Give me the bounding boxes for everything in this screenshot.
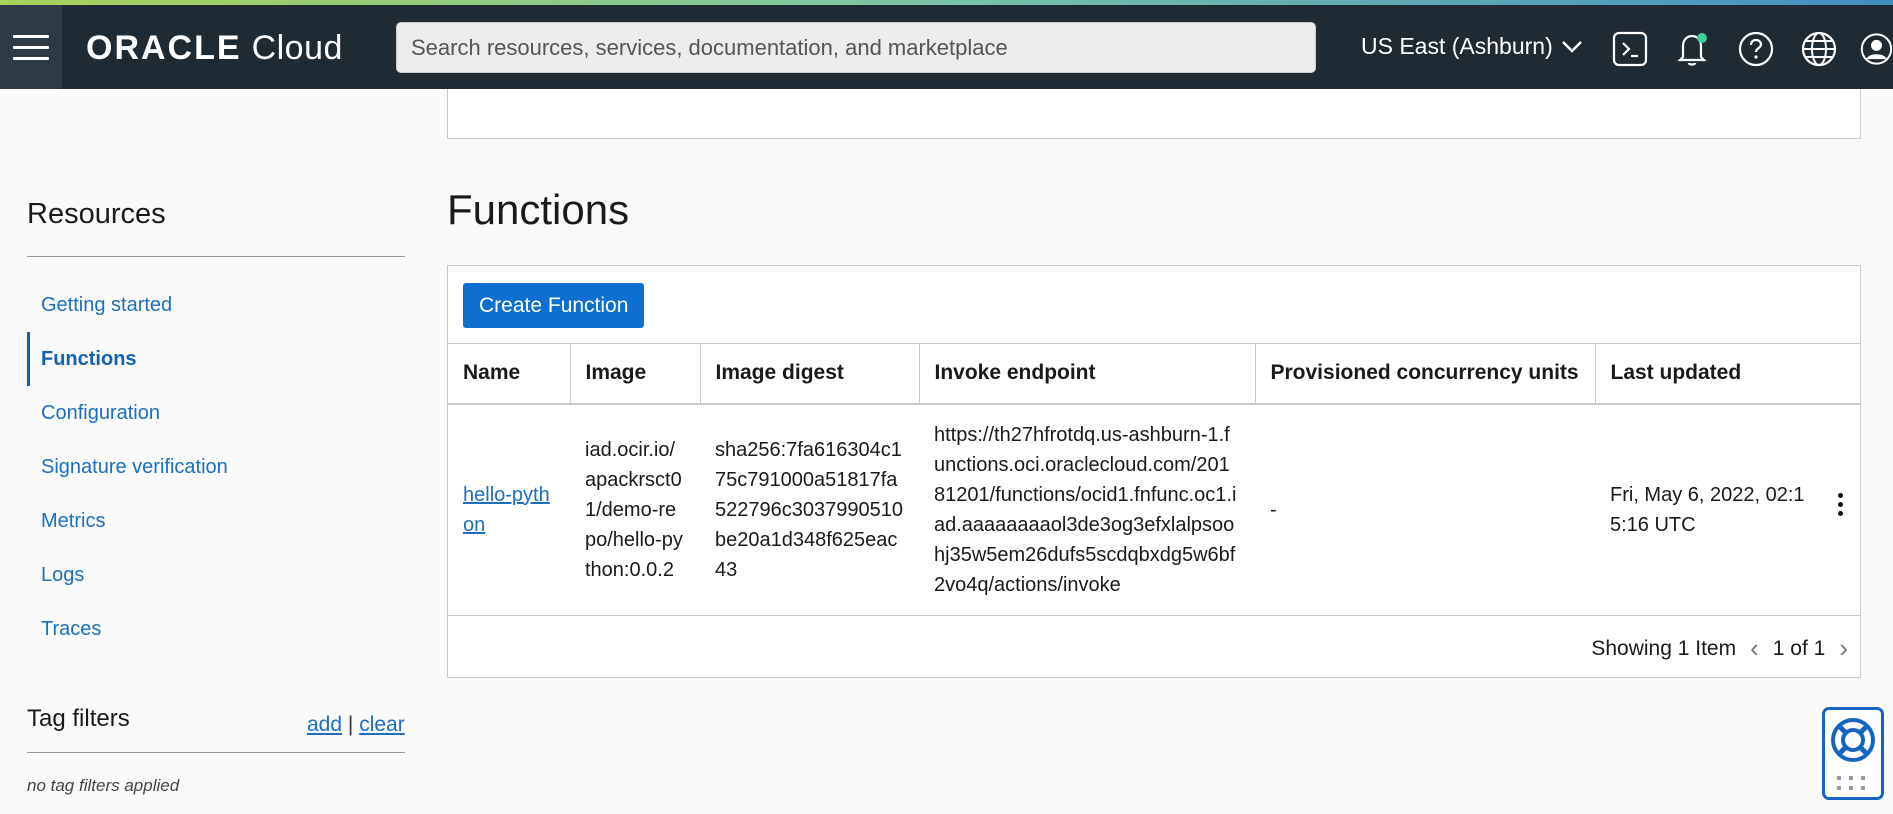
item-count: Showing 1 Item	[1591, 636, 1737, 660]
page-title: Functions	[447, 186, 630, 233]
functions-table-panel: Create Function Name Image Image digest …	[447, 265, 1861, 678]
add-tag-filter-link[interactable]: add	[307, 713, 342, 736]
table-row: hello-python iad.ocir.io/apackrsct01/dem…	[448, 403, 1860, 616]
row-actions-menu-icon[interactable]	[1828, 489, 1852, 519]
tag-filter-actions: add | clear	[307, 713, 405, 737]
region-label: US East (Ashburn)	[1361, 33, 1553, 59]
search-input[interactable]	[397, 23, 1315, 72]
create-function-button[interactable]: Create Function	[463, 283, 645, 328]
profile-button[interactable]	[1860, 29, 1893, 69]
lifebuoy-icon	[1831, 718, 1875, 762]
help-button[interactable]	[1736, 29, 1776, 69]
cell-image: iad.ocir.io/apackrsct01/demo-repo/hello-…	[570, 403, 700, 616]
terminal-icon	[1612, 31, 1648, 67]
top-navigation-bar: ORACLECloud US East (Ashburn)	[0, 5, 1893, 89]
notifications-button[interactable]	[1673, 29, 1713, 69]
bell-icon	[1677, 33, 1707, 66]
column-header-image-digest[interactable]: Image digest	[700, 343, 920, 405]
active-indicator	[27, 332, 30, 386]
next-page-icon[interactable]: ›	[1839, 633, 1848, 664]
cell-image-digest: sha256:7fa616304c175c791000a51817fa52279…	[700, 403, 919, 616]
details-panel	[447, 89, 1861, 139]
column-header-image[interactable]: Image	[570, 343, 701, 405]
navigation-menu-button[interactable]	[0, 5, 62, 89]
drag-handle-icon	[1837, 776, 1865, 790]
sidebar-item-getting-started[interactable]: Getting started	[41, 294, 172, 317]
column-header-invoke-endpoint[interactable]: Invoke endpoint	[919, 343, 1256, 405]
sidebar-item-logs[interactable]: Logs	[41, 564, 84, 587]
user-avatar-icon	[1860, 33, 1893, 65]
question-mark-icon	[1738, 31, 1774, 67]
cloud-shell-button[interactable]	[1610, 29, 1650, 69]
functions-table: Name Image Image digest Invoke endpoint …	[448, 343, 1860, 616]
tag-filters-empty-text: no tag filters applied	[27, 776, 180, 795]
logo-brand: ORACLE	[86, 29, 242, 67]
table-header-row: Name Image Image digest Invoke endpoint …	[448, 343, 1860, 405]
hamburger-icon	[13, 31, 49, 64]
divider	[27, 256, 405, 257]
cell-provisioned-concurrency: -	[1255, 403, 1595, 616]
chevron-down-icon	[1561, 40, 1582, 53]
sidebar-item-signature-verification[interactable]: Signature verification	[41, 456, 228, 479]
previous-page-icon[interactable]: ‹	[1750, 633, 1759, 664]
sidebar-item-configuration[interactable]: Configuration	[41, 402, 160, 425]
column-header-provisioned-concurrency[interactable]: Provisioned concurrency units	[1255, 343, 1596, 405]
column-header-name[interactable]: Name	[448, 343, 571, 405]
clear-tag-filters-link[interactable]: clear	[359, 713, 405, 736]
cell-invoke-endpoint: https://th27hfrotdq.us-ashburn-1.functio…	[919, 403, 1255, 616]
column-header-last-updated[interactable]: Last updated	[1595, 343, 1860, 405]
globe-icon	[1801, 31, 1837, 67]
divider	[27, 752, 405, 753]
tag-filters-heading: Tag filters	[27, 705, 130, 732]
sidebar-item-traces[interactable]: Traces	[41, 618, 101, 641]
pagination: Showing 1 Item ‹ 1 of 1 ›	[1591, 633, 1848, 664]
oracle-cloud-logo[interactable]: ORACLE Cloud	[86, 31, 343, 65]
separator: |	[347, 713, 354, 736]
language-button[interactable]	[1799, 29, 1839, 69]
sidebar-item-functions[interactable]: Functions	[41, 348, 137, 371]
logo-product: Cloud	[251, 29, 343, 67]
cell-last-updated: Fri, May 6, 2022, 02:15:16 UTC	[1595, 403, 1860, 616]
resources-heading: Resources	[27, 198, 166, 230]
cell-name: hello-python	[448, 403, 570, 616]
page-indicator: 1 of 1	[1772, 636, 1826, 660]
support-help-widget[interactable]	[1822, 707, 1884, 800]
region-selector[interactable]: US East (Ashburn)	[1361, 33, 1583, 60]
function-name-link[interactable]: hello-python	[463, 484, 550, 536]
sidebar-item-metrics[interactable]: Metrics	[41, 510, 105, 533]
global-search	[396, 22, 1316, 73]
